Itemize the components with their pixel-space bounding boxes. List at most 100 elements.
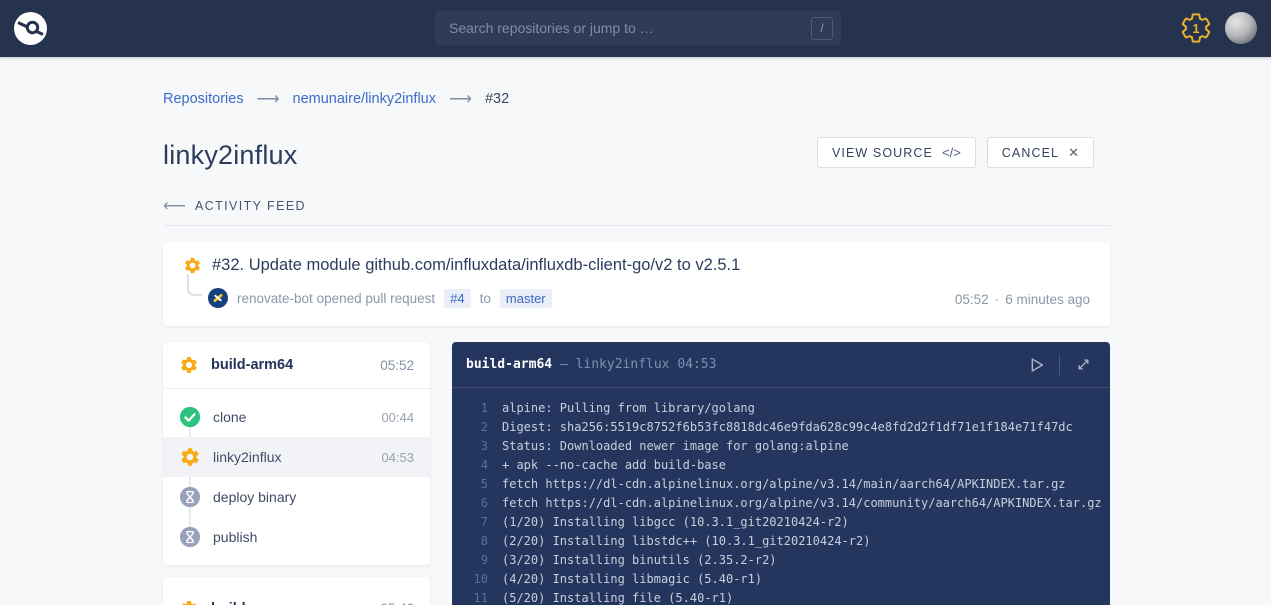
pull-request-badge[interactable]: #4 xyxy=(444,289,470,308)
log-line-number: 10 xyxy=(466,570,488,589)
console-step-duration: 04:53 xyxy=(677,357,716,372)
pending-hourglass-icon xyxy=(179,526,201,548)
follow-logs-button[interactable] xyxy=(1023,352,1049,378)
log-line: 11 (5/20) Installing file (5.40-r1) xyxy=(466,589,1096,605)
log-console: build-arm64 – linky2influx 04:53 xyxy=(452,342,1110,605)
console-step-name: linky2influx xyxy=(576,357,670,372)
to-text: to xyxy=(480,291,491,306)
drone-build-page: / 1 Repositories ⟶ nemunaire/linky2influ… xyxy=(0,0,1271,605)
log-line-number: 11 xyxy=(466,589,488,605)
view-source-button[interactable]: VIEW SOURCE </> xyxy=(817,137,976,168)
console-actions xyxy=(1023,352,1096,378)
play-icon xyxy=(1025,354,1047,376)
step-name: linky2influx xyxy=(213,449,381,465)
build-time-meta: 05:52 · 6 minutes ago xyxy=(955,292,1090,307)
log-line-text: + apk --no-cache add build-base xyxy=(502,456,726,475)
log-line-text: (3/20) Installing binutils (2.35.2-r2) xyxy=(502,551,777,570)
breadcrumb-repositories[interactable]: Repositories xyxy=(163,91,244,107)
log-line: 7 (1/20) Installing libgcc (10.3.1_git202… xyxy=(466,513,1096,532)
renovate-bot-avatar xyxy=(208,288,228,308)
log-line: 10 (4/20) Installing libmagic (5.40-r1) xyxy=(466,570,1096,589)
step-clone[interactable]: clone 00:44 xyxy=(163,397,430,437)
step-duration: 00:44 xyxy=(381,410,414,425)
build-title: #32. Update module github.com/influxdata… xyxy=(212,256,740,275)
log-line-number: 9 xyxy=(466,551,488,570)
build-duration: 05:52 xyxy=(955,292,989,307)
build-title-row: #32. Update module github.com/influxdata… xyxy=(183,256,1090,275)
log-line-text: alpine: Pulling from library/golang xyxy=(502,399,755,418)
log-line-text: fetch https://dl-cdn.alpinelinux.org/alp… xyxy=(502,475,1066,494)
breadcrumb-build-number: #32 xyxy=(485,91,509,107)
stage-header[interactable]: build-arm 05:46 xyxy=(163,577,430,605)
close-icon: ✕ xyxy=(1068,145,1079,161)
log-line-number: 6 xyxy=(466,494,488,513)
step-deploy-binary[interactable]: deploy binary xyxy=(163,477,430,517)
step-name: deploy binary xyxy=(213,489,414,505)
step-name: publish xyxy=(213,529,414,545)
stage-duration: 05:52 xyxy=(380,358,414,373)
log-line-number: 2 xyxy=(466,418,488,437)
log-line-text: (4/20) Installing libmagic (5.40-r1) xyxy=(502,570,762,589)
console-title: build-arm64 – linky2influx 04:53 xyxy=(466,357,1023,372)
drone-logo-icon[interactable] xyxy=(13,11,48,46)
console-log-output[interactable]: 1 alpine: Pulling from library/golang 2 Di… xyxy=(452,388,1110,605)
arrow-right-icon: ⟶ xyxy=(257,89,280,109)
log-line: 2 Digest: sha256:5519c8752f6b53fc8818dc46… xyxy=(466,418,1096,437)
user-avatar[interactable] xyxy=(1225,12,1257,44)
target-branch-badge[interactable]: master xyxy=(500,289,552,308)
fullscreen-button[interactable] xyxy=(1070,352,1096,378)
step-publish[interactable]: publish xyxy=(163,517,430,557)
log-line-number: 3 xyxy=(466,437,488,456)
vertical-divider xyxy=(1059,355,1060,375)
activity-feed-link[interactable]: ⟵ ACTIVITY FEED xyxy=(163,196,306,216)
build-author: renovate-bot xyxy=(237,291,313,306)
title-actions: VIEW SOURCE </> CANCEL ✕ xyxy=(817,137,1094,168)
running-gear-icon xyxy=(179,599,199,605)
log-line: 9 (3/20) Installing binutils (2.35.2-r2) xyxy=(466,551,1096,570)
log-line: 3 Status: Downloaded newer image for gola… xyxy=(466,437,1096,456)
stage-name: build-arm64 xyxy=(211,357,380,373)
breadcrumb-repo-name[interactable]: nemunaire/linky2influx xyxy=(293,91,436,107)
log-line-text: fetch https://dl-cdn.alpinelinux.org/alp… xyxy=(502,494,1102,513)
build-action: opened pull request xyxy=(317,291,436,306)
log-line-text: (1/20) Installing libgcc (10.3.1_git2021… xyxy=(502,513,849,532)
log-line: 6fetch https://dl-cdn.alpinelinux.org/al… xyxy=(466,494,1096,513)
cancel-button[interactable]: CANCEL ✕ xyxy=(987,137,1094,168)
log-line-number: 1 xyxy=(466,399,488,418)
view-source-label: VIEW SOURCE xyxy=(832,146,933,160)
log-line: 5fetch https://dl-cdn.alpinelinux.org/al… xyxy=(466,475,1096,494)
arrow-left-icon: ⟵ xyxy=(163,196,186,216)
step-duration: 04:53 xyxy=(381,450,414,465)
log-line-number: 7 xyxy=(466,513,488,532)
connector-elbow xyxy=(187,274,202,296)
step-linky2influx[interactable]: linky2influx 04:53 xyxy=(163,437,430,477)
running-builds-badge[interactable]: 1 xyxy=(1179,11,1213,45)
running-gear-icon xyxy=(183,256,202,275)
activity-feed-label: ACTIVITY FEED xyxy=(195,199,306,213)
stage-name: build-arm xyxy=(211,601,380,605)
stage-duration: 05:46 xyxy=(380,601,414,605)
step-list: clone 00:44 linky2influx 04:53 deploy b xyxy=(163,389,430,565)
build-author-action: renovate-bot opened pull request xyxy=(237,291,435,306)
log-line-text: Digest: sha256:5519c8752f6b53fc8818dc46e… xyxy=(502,418,1073,437)
build-time-ago: 6 minutes ago xyxy=(1005,292,1090,307)
top-navbar: / 1 xyxy=(0,0,1271,57)
cancel-label: CANCEL xyxy=(1002,146,1059,160)
dot-separator: · xyxy=(995,292,1000,307)
console-stage-name: build-arm64 xyxy=(466,357,552,372)
log-line-text: (5/20) Installing file (5.40-r1) xyxy=(502,589,733,605)
log-line: 1 alpine: Pulling from library/golang xyxy=(466,399,1096,418)
running-count: 1 xyxy=(1179,11,1213,45)
build-meta-row: renovate-bot opened pull request #4 to m… xyxy=(208,288,552,308)
stage-card-build-arm64: build-arm64 05:52 clone 00:44 xyxy=(163,342,430,565)
search-input[interactable] xyxy=(449,20,811,36)
log-line: 4+ apk --no-cache add build-base xyxy=(466,456,1096,475)
stages-sidebar: build-arm64 05:52 clone 00:44 xyxy=(163,342,430,605)
arrow-right-icon: ⟶ xyxy=(449,89,472,109)
log-line-text: Status: Downloaded newer image for golan… xyxy=(502,437,849,456)
code-icon: </> xyxy=(942,145,961,160)
running-gear-icon xyxy=(179,446,201,468)
stage-header[interactable]: build-arm64 05:52 xyxy=(163,342,430,389)
log-line-number: 8 xyxy=(466,532,488,551)
build-summary-card[interactable]: #32. Update module github.com/influxdata… xyxy=(163,242,1110,326)
